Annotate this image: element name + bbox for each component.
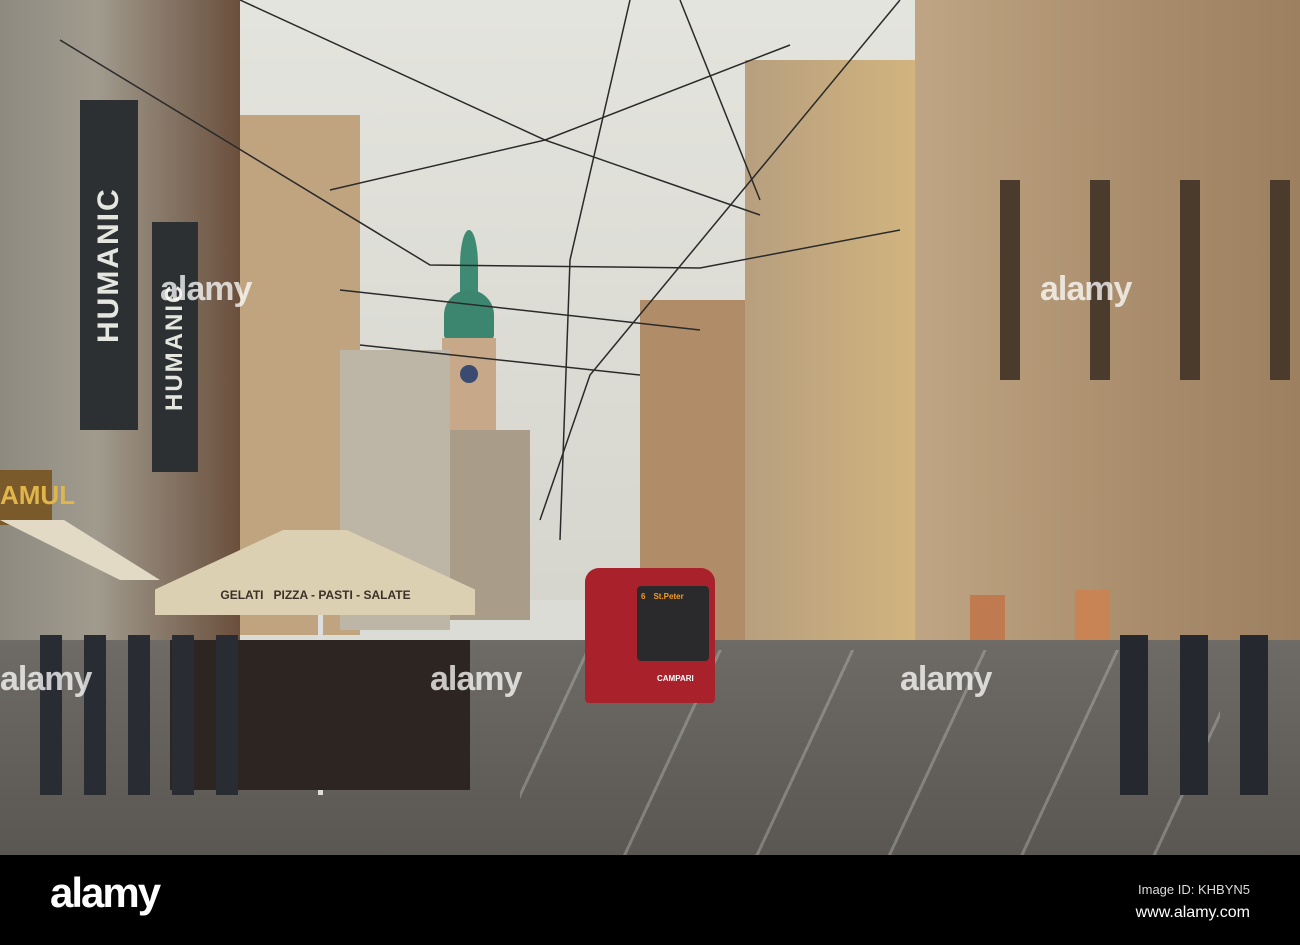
footer-bar: alamy Image ID: KHBYN5 www.alamy.com: [0, 855, 1300, 945]
pedestrians: [40, 635, 240, 795]
alamy-logo: alamy: [50, 869, 161, 916]
tram: 6 St.Peter CAMPARI: [585, 568, 715, 703]
umbrella-text: GELATI PIZZA - PASTI - SALATE: [220, 588, 411, 602]
tram-destination-display: 6 St.Peter: [641, 592, 684, 601]
watermark: alamy: [0, 660, 92, 698]
watermark: alamy: [1040, 270, 1132, 308]
street-photo: HUMANIC HUMANIC AMUL GELATI PIZZA - PAST…: [0, 0, 1300, 855]
watermark: alamy: [160, 270, 252, 308]
pedestrians: [1120, 635, 1300, 795]
watermark: alamy: [900, 660, 992, 698]
tram-ad: CAMPARI: [657, 674, 694, 683]
site-url[interactable]: www.alamy.com: [1136, 904, 1250, 922]
image-id: Image ID: KHBYN5: [1138, 882, 1250, 897]
watermark: alamy: [430, 660, 522, 698]
